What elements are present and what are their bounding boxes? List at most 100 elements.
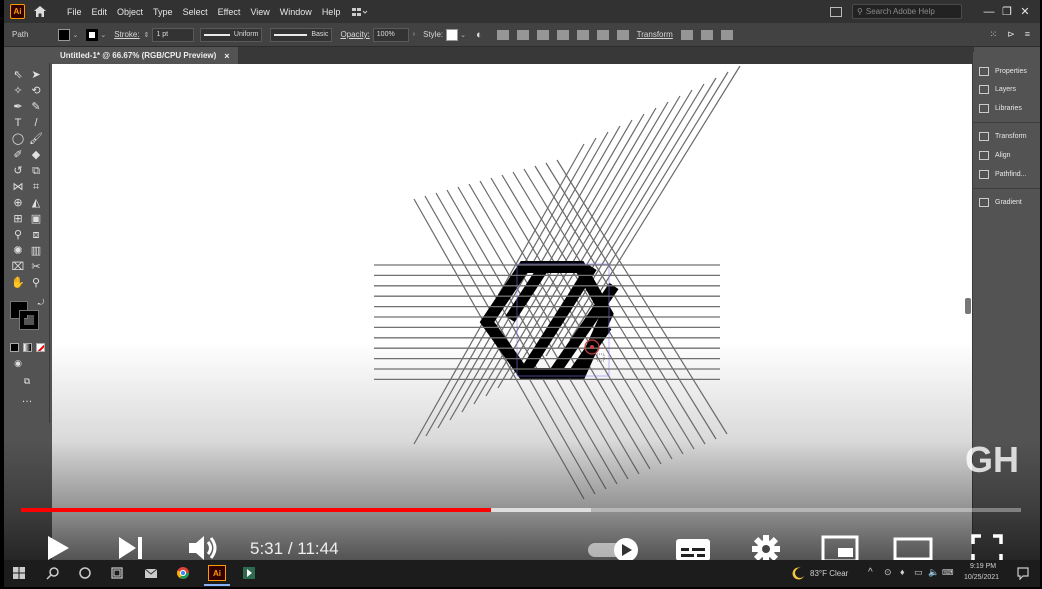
fill-dropdown-icon[interactable]: ⌄ [72, 31, 78, 39]
opacity-label[interactable]: Opacity: [340, 30, 369, 39]
swap-colors-icon[interactable]: ⤾ [34, 297, 48, 309]
next-button[interactable] [116, 535, 146, 561]
menu-type[interactable]: Type [153, 7, 173, 17]
document-tab[interactable]: Untitled-1* @ 66.67% (RGB/CPU Preview) × [52, 47, 238, 64]
clock-date[interactable]: 10/25/2021 [964, 574, 999, 581]
panel-layers[interactable]: Layers [979, 82, 1016, 96]
menu-object[interactable]: Object [117, 7, 143, 17]
rotate-tool-icon[interactable]: ↺ [11, 165, 25, 177]
stroke-color-box[interactable] [19, 310, 39, 330]
cortana-icon[interactable] [78, 566, 92, 580]
free-transform-tool-icon[interactable]: ⌗ [29, 181, 43, 193]
align-center-icon[interactable] [536, 29, 549, 40]
panels-scrollbar[interactable] [965, 298, 971, 314]
line-tool-icon[interactable]: / [29, 117, 43, 129]
magic-wand-tool-icon[interactable]: ✧ [11, 85, 25, 97]
close-tab-icon[interactable]: × [224, 51, 229, 61]
graphic-style-swatch[interactable] [446, 28, 459, 41]
shape-builder-tool-icon[interactable]: ⊕ [11, 197, 25, 209]
stroke-dropdown-icon[interactable]: ⌄ [100, 31, 106, 39]
selection-tool-icon[interactable]: ⇖ [11, 69, 25, 81]
column-graph-tool-icon[interactable]: ▥ [29, 245, 43, 257]
mail-icon[interactable] [144, 566, 158, 580]
task-view-icon[interactable] [110, 566, 124, 580]
microphone-icon[interactable]: ♦ [900, 567, 905, 577]
panel-flyout-icon[interactable]: ⊳ [1007, 29, 1015, 40]
close-window-button[interactable]: ✕ [1016, 5, 1034, 18]
paintbrush-tool-icon[interactable]: 🖌 [29, 133, 43, 145]
restore-button[interactable]: ❐ [998, 5, 1016, 18]
channel-watermark[interactable]: GH [966, 434, 1018, 484]
gradient-mode-icon[interactable] [23, 343, 32, 352]
align-top-icon[interactable] [576, 29, 589, 40]
fill-swatch[interactable] [58, 28, 71, 41]
menu-window[interactable]: Window [280, 7, 312, 17]
chrome-icon[interactable] [176, 566, 190, 580]
curvature-tool-icon[interactable]: ✎ [29, 101, 43, 113]
workspace-switcher-icon[interactable] [352, 7, 368, 17]
help-search-input[interactable]: ⚲ Search Adobe Help [852, 4, 962, 19]
isolate-icon[interactable] [680, 29, 693, 40]
slice-tool-icon[interactable]: ✂ [29, 261, 43, 273]
symbol-sprayer-tool-icon[interactable]: ✺ [11, 245, 25, 257]
clock-time[interactable]: 9:19 PM [970, 563, 996, 570]
panel-gradient[interactable]: Gradient [979, 195, 1022, 209]
stroke-swatch[interactable] [86, 28, 99, 41]
menu-help[interactable]: Help [322, 7, 341, 17]
perspective-grid-tool-icon[interactable]: ◭ [29, 197, 43, 209]
screen-mode-icon[interactable]: ⧉ [20, 375, 34, 387]
tray-chevron-icon[interactable]: ^ [868, 567, 873, 578]
gradient-tool-icon[interactable]: ▣ [29, 213, 43, 225]
search-icon[interactable] [46, 566, 60, 580]
menu-select[interactable]: Select [183, 7, 208, 17]
scale-tool-icon[interactable]: ⧉ [29, 165, 43, 177]
opacity-field[interactable]: 100% [372, 27, 409, 42]
shape-options-icon[interactable] [496, 29, 509, 40]
stroke-weight-field[interactable]: 1 pt [152, 27, 195, 42]
panel-align[interactable]: Align [979, 148, 1011, 162]
network-icon[interactable]: ⊙ [884, 567, 892, 578]
align-left-icon[interactable] [516, 29, 529, 40]
menu-file[interactable]: File [67, 7, 82, 17]
illustrator-taskbar-icon[interactable]: Ai [208, 565, 226, 581]
quick-actions-icon[interactable] [720, 29, 733, 40]
menu-view[interactable]: View [250, 7, 269, 17]
panel-pathfinder[interactable]: Pathfind... [979, 167, 1027, 181]
app-icon[interactable] [242, 566, 256, 580]
stroke-label[interactable]: Stroke: [114, 30, 139, 39]
artboard-tool-icon[interactable]: ⌧ [11, 261, 25, 273]
panel-libraries[interactable]: Libraries [979, 101, 1022, 115]
recolor-icon[interactable]: ◐ [476, 29, 483, 41]
variable-width-profile-dropdown[interactable]: Uniform [200, 27, 263, 42]
stroke-stepper-icon[interactable]: ⇕ [144, 31, 150, 39]
video-progress-bar[interactable] [21, 508, 1021, 512]
transform-link[interactable]: Transform [637, 30, 673, 39]
arrange-documents-icon[interactable] [830, 6, 842, 17]
edit-toolbar-icon[interactable]: … [20, 393, 34, 405]
menu-edit[interactable]: Edit [92, 7, 108, 17]
opacity-expand-icon[interactable]: › [413, 31, 415, 38]
style-dropdown-icon[interactable]: ⌄ [460, 31, 466, 39]
panel-menu-icon[interactable]: ≡ [1025, 29, 1030, 40]
minimize-button[interactable]: — [980, 6, 998, 18]
play-button[interactable] [44, 533, 72, 563]
blend-tool-icon[interactable]: ⧈ [29, 229, 43, 241]
home-icon[interactable] [33, 5, 47, 18]
mesh-tool-icon[interactable]: ⊞ [11, 213, 25, 225]
type-tool-icon[interactable]: T [11, 117, 25, 129]
align-middle-icon[interactable] [596, 29, 609, 40]
none-mode-icon[interactable] [36, 343, 45, 352]
shaper-tool-icon[interactable]: ✐ [11, 149, 25, 161]
eraser-tool-icon[interactable]: ◆ [29, 149, 43, 161]
panel-arrange-icon[interactable]: ⁙ [990, 29, 998, 40]
language-icon[interactable]: ⌨ [942, 568, 954, 577]
panel-transform[interactable]: Transform [979, 129, 1027, 143]
ellipse-tool-icon[interactable]: ◯ [11, 133, 25, 145]
brush-definition-dropdown[interactable]: Basic [270, 27, 333, 42]
zoom-tool-icon[interactable]: ⚲ [29, 277, 43, 289]
pen-tool-icon[interactable]: ✒ [11, 101, 25, 113]
eyedropper-tool-icon[interactable]: ⚲ [11, 229, 25, 241]
volume-tray-icon[interactable]: 🔈 [928, 567, 939, 578]
width-tool-icon[interactable]: ⋈ [11, 181, 25, 193]
windows-start-icon[interactable] [12, 566, 26, 580]
